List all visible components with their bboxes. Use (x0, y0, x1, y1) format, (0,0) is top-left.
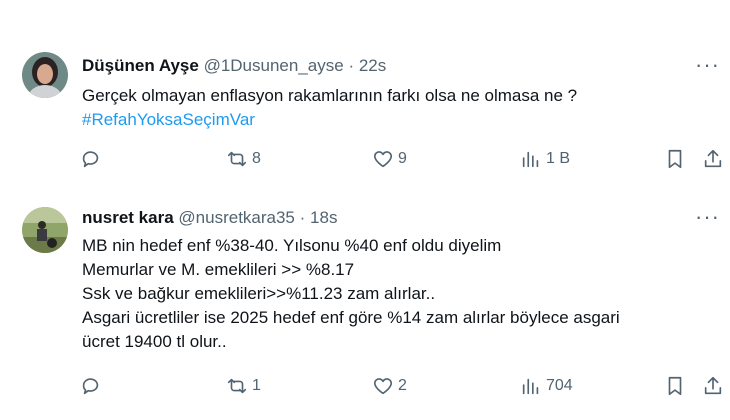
action-bar: 1 2 704 (80, 375, 730, 399)
tweet-text-line: MB nin hedef enf %38-40. Yılsonu %40 enf… (82, 236, 502, 255)
tweet-text: Gerçek olmayan enflasyon rakamlarının fa… (82, 84, 577, 132)
like-count: 9 (398, 150, 407, 167)
user-handle[interactable]: @1Dusunen_ayse (204, 56, 344, 75)
views-icon (522, 151, 539, 168)
separator-dot: · (348, 56, 355, 75)
like-button[interactable]: 9 (372, 148, 407, 170)
reply-icon (82, 151, 99, 168)
reply-icon (82, 378, 99, 395)
retweet-button[interactable]: 8 (226, 148, 261, 170)
hashtag-link[interactable]: #RefahYoksaSeçimVar (82, 108, 577, 132)
share-button[interactable] (702, 148, 724, 170)
retweet-icon (227, 378, 247, 394)
views-button[interactable]: 704 (520, 375, 573, 397)
more-options-icon[interactable]: ··· (695, 204, 720, 230)
timestamp[interactable]: 22s (359, 56, 386, 75)
tweet[interactable]: nusret kara @nusretkara35 · 18s ··· MB n… (0, 190, 730, 410)
tweet[interactable]: Düşünen Ayşe @1Dusunen_ayse · 22s ··· Ge… (0, 32, 730, 190)
bookmark-icon (668, 376, 682, 396)
retweet-button[interactable]: 1 (226, 375, 261, 397)
view-count: 1 B (546, 150, 571, 167)
timestamp[interactable]: 18s (310, 208, 337, 227)
bookmark-button[interactable] (664, 148, 686, 170)
tweet-text-line: Asgari ücretliler ise 2025 hedef enf gör… (82, 308, 620, 327)
like-count: 2 (398, 377, 407, 394)
bookmark-button[interactable] (664, 375, 686, 397)
tweet-header: Düşünen Ayşe @1Dusunen_ayse · 22s (82, 56, 386, 76)
display-name[interactable]: Düşünen Ayşe (82, 56, 199, 75)
bookmark-icon (668, 149, 682, 169)
separator-dot: · (299, 208, 306, 227)
heart-icon (373, 151, 393, 168)
share-icon (704, 149, 722, 168)
share-icon (704, 376, 722, 395)
reply-button[interactable] (80, 148, 106, 170)
display-name[interactable]: nusret kara (82, 208, 174, 227)
retweet-count: 1 (252, 377, 261, 394)
view-count: 704 (546, 377, 573, 394)
avatar[interactable] (22, 52, 68, 98)
avatar[interactable] (22, 207, 68, 253)
views-icon (522, 378, 539, 395)
tweet-text-line: Memurlar ve M. emeklileri >> %8.17 (82, 260, 355, 279)
like-button[interactable]: 2 (372, 375, 407, 397)
heart-icon (373, 378, 393, 395)
views-button[interactable]: 1 B (520, 148, 570, 170)
tweet-text: MB nin hedef enf %38-40. Yılsonu %40 enf… (82, 234, 620, 354)
action-bar: 8 9 1 B (80, 148, 730, 172)
share-button[interactable] (702, 375, 724, 397)
more-options-icon[interactable]: ··· (695, 52, 720, 78)
user-handle[interactable]: @nusretkara35 (178, 208, 295, 227)
retweet-icon (227, 151, 247, 167)
tweet-text-line: Gerçek olmayan enflasyon rakamlarının fa… (82, 86, 578, 105)
tweet-text-line: ücret 19400 tl olur.. (82, 332, 227, 351)
tweet-header: nusret kara @nusretkara35 · 18s (82, 208, 337, 228)
tweet-text-line: Ssk ve bağkur emeklileri>>%11.23 zam alı… (82, 284, 436, 303)
retweet-count: 8 (252, 150, 261, 167)
reply-button[interactable] (80, 375, 106, 397)
